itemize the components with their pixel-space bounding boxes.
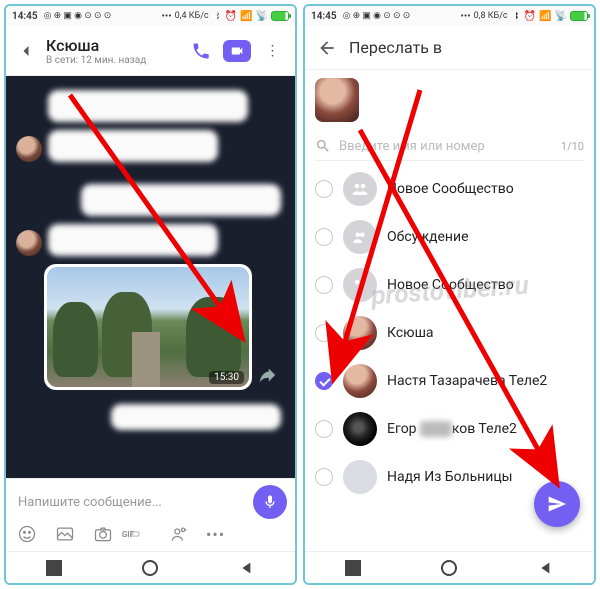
list-item[interactable]: Обсуждение bbox=[315, 213, 584, 261]
alarm-icon: ⏰ bbox=[524, 11, 536, 22]
send-icon bbox=[547, 494, 567, 514]
bluetooth-icon bbox=[212, 11, 222, 21]
chat-status: В сети: 12 мин. назад bbox=[46, 55, 179, 66]
nav-recent[interactable] bbox=[46, 560, 62, 576]
avatar bbox=[343, 412, 377, 446]
more-icon[interactable]: ••• bbox=[206, 525, 225, 544]
android-navbar bbox=[6, 551, 295, 583]
list-item[interactable]: Егор Сшшков Теле2 bbox=[315, 405, 584, 453]
radio-unchecked[interactable] bbox=[315, 276, 333, 294]
search-placeholder: Введите имя или номер bbox=[339, 139, 553, 154]
status-bar: 14:45 ◎ ⊕ ▣ ◉ ⊙ ⊙ ⊙ ••• 0,4 КБ/с ⏰ 📶 📡 bbox=[6, 6, 295, 26]
gallery-icon[interactable] bbox=[54, 523, 76, 545]
community-icon bbox=[343, 172, 377, 206]
nav-home[interactable] bbox=[142, 560, 158, 576]
phone-left: 14:45 ◎ ⊕ ▣ ◉ ⊙ ⊙ ⊙ ••• 0,4 КБ/с ⏰ 📶 📡 К… bbox=[4, 4, 297, 585]
forward-header: Переслать в bbox=[305, 26, 594, 70]
search-row[interactable]: Введите имя или номер 1/10 bbox=[315, 132, 584, 161]
nav-recent[interactable] bbox=[345, 560, 361, 576]
list-item[interactable]: Новое Сообщество bbox=[315, 165, 584, 213]
media-timestamp: 15:30 bbox=[209, 371, 244, 384]
list-item-label: Егор Сшшков Теле2 bbox=[387, 421, 517, 437]
status-speed: 0,8 КБ/с bbox=[474, 11, 508, 21]
android-navbar bbox=[305, 551, 594, 583]
forward-icon[interactable] bbox=[256, 364, 278, 386]
media-thumbnail bbox=[47, 267, 249, 387]
mic-button[interactable] bbox=[253, 485, 287, 519]
list-item-label: Новое Сообщество bbox=[387, 277, 514, 293]
message-input[interactable]: Напишите сообщение... bbox=[14, 489, 247, 516]
message-in[interactable] bbox=[16, 130, 285, 162]
group-icon bbox=[343, 220, 377, 254]
status-time: 14:45 bbox=[12, 11, 38, 22]
selected-recipient-chip[interactable] bbox=[315, 78, 359, 122]
radio-unchecked[interactable] bbox=[315, 180, 333, 198]
sticker-icon[interactable] bbox=[16, 523, 38, 545]
radio-unchecked[interactable] bbox=[315, 228, 333, 246]
video-call-button[interactable] bbox=[223, 37, 251, 65]
radio-unchecked[interactable] bbox=[315, 468, 333, 486]
sender-avatar bbox=[16, 136, 42, 162]
list-item-label: Настя Тазарачева Теле2 bbox=[387, 373, 547, 389]
forward-body: Введите имя или номер 1/10 Новое Сообщес… bbox=[305, 70, 594, 551]
signal-icon: 📶 bbox=[539, 11, 551, 22]
radio-checked[interactable] bbox=[315, 372, 333, 390]
call-button[interactable] bbox=[187, 37, 215, 65]
alarm-icon: ⏰ bbox=[225, 11, 237, 22]
status-speed: 0,4 КБ/с bbox=[175, 11, 209, 21]
gif-icon[interactable]: GIF bbox=[130, 523, 152, 545]
search-icon bbox=[315, 138, 331, 154]
message-media[interactable]: 15:30 bbox=[44, 264, 285, 390]
signal-icon: 📶 bbox=[240, 11, 252, 22]
wifi-icon: 📡 bbox=[555, 11, 567, 22]
bluetooth-icon bbox=[511, 11, 521, 21]
sender-avatar bbox=[16, 230, 42, 256]
selection-counter: 1/10 bbox=[561, 140, 584, 153]
avatar bbox=[343, 364, 377, 398]
chat-title: Ксюша bbox=[46, 36, 179, 55]
avatar bbox=[343, 316, 377, 350]
community-icon bbox=[343, 268, 377, 302]
nav-home[interactable] bbox=[441, 560, 457, 576]
chat-header: Ксюша В сети: 12 мин. назад ⋮ bbox=[6, 26, 295, 76]
send-button[interactable] bbox=[534, 481, 580, 527]
radio-unchecked[interactable] bbox=[315, 420, 333, 438]
list-item-label: Обсуждение bbox=[387, 229, 469, 245]
phone-right: 14:45 ◎ ⊕ ▣ ◉ ⊙ ⊙ ⊙ ••• 0,8 КБ/с ⏰ 📶 📡 П… bbox=[303, 4, 596, 585]
list-item[interactable]: Ксюша bbox=[315, 309, 584, 357]
camera-icon[interactable] bbox=[92, 523, 114, 545]
status-icons-left: ◎ ⊕ ▣ ◉ ⊙ ⊙ ⊙ bbox=[44, 11, 112, 21]
status-bar: 14:45 ◎ ⊕ ▣ ◉ ⊙ ⊙ ⊙ ••• 0,8 КБ/с ⏰ 📶 📡 bbox=[305, 6, 594, 26]
message-out[interactable] bbox=[16, 404, 285, 430]
message-in[interactable] bbox=[16, 224, 285, 256]
list-item-label: Новое Сообщество bbox=[387, 181, 514, 197]
mention-icon[interactable] bbox=[168, 523, 190, 545]
list-item-label: Ксюша bbox=[387, 325, 434, 341]
list-item[interactable]: Настя Тазарачева Теле2 bbox=[315, 357, 584, 405]
forward-title: Переслать в bbox=[349, 38, 442, 57]
recipient-list: Новое Сообщество Обсуждение Новое Сообще… bbox=[315, 165, 584, 501]
conversation-area: 15:30 bbox=[6, 76, 295, 478]
wifi-icon: 📡 bbox=[256, 11, 268, 22]
message-in[interactable] bbox=[16, 90, 285, 122]
message-out[interactable] bbox=[16, 184, 285, 216]
status-time: 14:45 bbox=[311, 11, 337, 22]
chat-title-block[interactable]: Ксюша В сети: 12 мин. назад bbox=[46, 36, 179, 66]
more-button[interactable]: ⋮ bbox=[259, 37, 287, 65]
nav-back[interactable] bbox=[239, 560, 255, 576]
list-item-label: Надя Из Больницы bbox=[387, 469, 513, 485]
status-more-icon: ••• bbox=[461, 11, 471, 22]
composer: Напишите сообщение... GIF ••• bbox=[6, 478, 295, 551]
status-icons-left: ◎ ⊕ ▣ ◉ ⊙ ⊙ ⊙ bbox=[343, 11, 411, 21]
battery-icon bbox=[570, 11, 588, 21]
avatar bbox=[343, 460, 377, 494]
list-item[interactable]: Новое Сообщество bbox=[315, 261, 584, 309]
back-button[interactable] bbox=[14, 39, 38, 63]
back-button[interactable] bbox=[315, 36, 339, 60]
status-more-icon: ••• bbox=[162, 11, 172, 22]
battery-icon bbox=[271, 11, 289, 21]
radio-unchecked[interactable] bbox=[315, 324, 333, 342]
nav-back[interactable] bbox=[538, 560, 554, 576]
